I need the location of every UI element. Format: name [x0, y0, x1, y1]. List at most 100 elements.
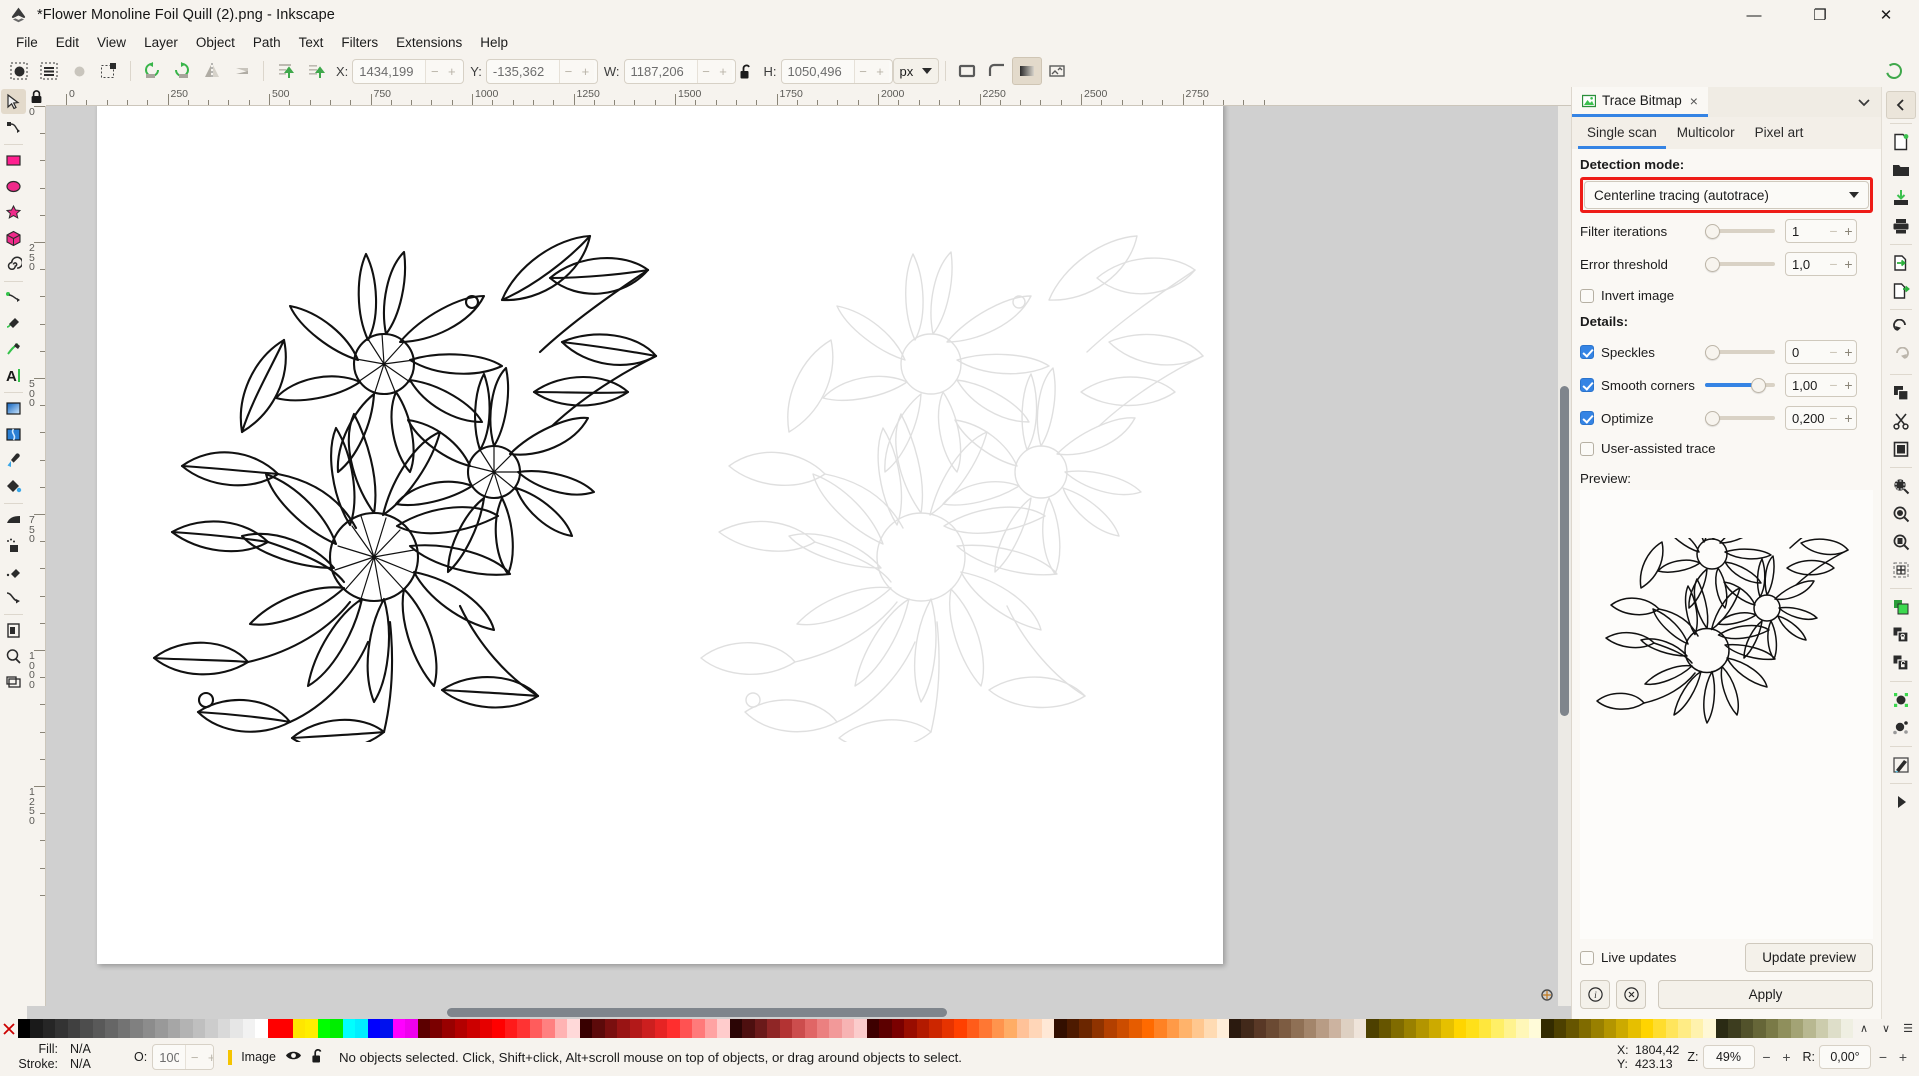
sidebar-item-pencil-tool[interactable]: [1, 285, 26, 310]
menu-help[interactable]: Help: [471, 32, 517, 53]
palette-swatch[interactable]: [629, 1019, 643, 1038]
info-circle-icon[interactable]: i: [1580, 980, 1610, 1009]
object-transform-button[interactable]: [1886, 714, 1916, 742]
palette-swatch[interactable]: [80, 1019, 93, 1038]
palette-swatch[interactable]: [330, 1019, 343, 1038]
sidebar-item-page-tool[interactable]: [1, 618, 26, 643]
palette-swatch[interactable]: [654, 1019, 668, 1038]
copy-button[interactable]: [1886, 379, 1916, 407]
palette-swatch[interactable]: [1478, 1019, 1492, 1038]
slider-knob[interactable]: [1705, 223, 1721, 239]
palette-swatch[interactable]: [1216, 1019, 1229, 1038]
palette-swatch[interactable]: [167, 1019, 181, 1038]
palette-swatch[interactable]: [1316, 1019, 1329, 1038]
sidebar-item-ellipse-tool[interactable]: [1, 174, 26, 199]
optimize-checkbox[interactable]: [1580, 411, 1594, 425]
palette-swatch[interactable]: [617, 1019, 630, 1038]
group-button[interactable]: [1886, 621, 1916, 649]
sidebar-item-measure-tool[interactable]: [1, 670, 26, 695]
sidebar-item-gradient-tool[interactable]: [1, 396, 26, 421]
palette-swatch[interactable]: [642, 1019, 655, 1038]
palette-swatch[interactable]: [1204, 1019, 1217, 1038]
palette-swatch[interactable]: [1466, 1019, 1479, 1038]
rotation-increment[interactable]: +: [1895, 1049, 1911, 1065]
palette-swatch[interactable]: [1503, 1019, 1517, 1038]
save-button[interactable]: [1886, 184, 1916, 212]
palette-swatch[interactable]: [604, 1019, 618, 1038]
opacity-decrement[interactable]: −: [186, 1045, 204, 1069]
palette-swatch[interactable]: [492, 1019, 505, 1038]
document-page[interactable]: [97, 106, 1223, 964]
rotation-control[interactable]: R: 0,00° − +: [1803, 1045, 1912, 1069]
redo-button[interactable]: [1886, 342, 1916, 370]
palette-swatch[interactable]: [1753, 1019, 1766, 1038]
menu-layer[interactable]: Layer: [135, 32, 187, 53]
palette-swatch[interactable]: [1341, 1019, 1354, 1038]
zoom-selection-button[interactable]: [1886, 472, 1916, 500]
menu-filters[interactable]: Filters: [332, 32, 387, 53]
palette-swatch[interactable]: [1241, 1019, 1254, 1038]
menu-object[interactable]: Object: [187, 32, 244, 53]
palette-swatch[interactable]: [717, 1019, 730, 1038]
palette-swatch[interactable]: [1291, 1019, 1304, 1038]
select-all-button[interactable]: [4, 57, 34, 85]
palette-swatch[interactable]: [1628, 1019, 1641, 1038]
close-icon[interactable]: ×: [1690, 93, 1698, 109]
error-threshold-slider[interactable]: [1705, 253, 1775, 275]
printer-button[interactable]: [1886, 212, 1916, 240]
palette-swatch[interactable]: [392, 1019, 406, 1038]
rotate-cw-button[interactable]: [167, 57, 197, 85]
snap-indicator-icon[interactable]: [1539, 987, 1556, 1004]
opacity-control[interactable]: O: −+: [134, 1044, 215, 1070]
speckles-increment[interactable]: +: [1841, 344, 1856, 360]
zoom-drawing-button[interactable]: [1886, 500, 1916, 528]
palette-swatch[interactable]: [1778, 1019, 1791, 1038]
menu-text[interactable]: Text: [290, 32, 333, 53]
palette-swatch[interactable]: [1815, 1019, 1829, 1038]
smooth-corners-increment[interactable]: +: [1841, 377, 1856, 393]
palette-swatch[interactable]: [692, 1019, 705, 1038]
collapse-left-button[interactable]: [1885, 91, 1916, 119]
update-preview-button[interactable]: Update preview: [1745, 943, 1873, 972]
palette-swatch[interactable]: [1516, 1019, 1529, 1038]
rotate-ccw-button[interactable]: [137, 57, 167, 85]
tab-pixel-art[interactable]: Pixel art: [1746, 121, 1813, 149]
canvas[interactable]: [46, 106, 1558, 1006]
palette-swatch[interactable]: [1166, 1019, 1180, 1038]
menu-file[interactable]: File: [7, 32, 47, 53]
object-nodes-button[interactable]: [1886, 686, 1916, 714]
palette-swatch[interactable]: [1029, 1019, 1042, 1038]
h-increment[interactable]: +: [871, 59, 889, 83]
speckles-checkbox[interactable]: [1580, 345, 1594, 359]
palette-swatch[interactable]: [1066, 1019, 1080, 1038]
affect-patterns-button[interactable]: [1042, 57, 1072, 85]
speckles-input[interactable]: 0 − +: [1785, 340, 1857, 364]
zoom-increment[interactable]: +: [1779, 1049, 1795, 1065]
optimize-input[interactable]: 0,200− +: [1785, 406, 1857, 430]
palette-swatch[interactable]: [1441, 1019, 1454, 1038]
palette-swatch[interactable]: [704, 1019, 718, 1038]
palette-swatch[interactable]: [1491, 1019, 1504, 1038]
palette-swatch[interactable]: [954, 1019, 967, 1038]
vertical-ruler[interactable]: 0 2 5 0 5 0 0 7 5 0 1 0 0 0 1 2 5 0: [27, 106, 46, 1006]
palette-swatch[interactable]: [792, 1019, 805, 1038]
affect-rounded-corners-button[interactable]: [982, 57, 1012, 85]
palette-swatch[interactable]: [1790, 1019, 1804, 1038]
palette-scroll-down-button[interactable]: ∨: [1875, 1019, 1897, 1038]
menu-extensions[interactable]: Extensions: [387, 32, 471, 53]
palette-swatch[interactable]: [1740, 1019, 1754, 1038]
palette-swatch[interactable]: [342, 1019, 356, 1038]
sidebar-item-mesh-tool[interactable]: [1, 422, 26, 447]
palette-swatch[interactable]: [1004, 1019, 1017, 1038]
palette-swatch[interactable]: [1566, 1019, 1579, 1038]
palette-swatch[interactable]: [667, 1019, 680, 1038]
palette-swatch[interactable]: [305, 1019, 318, 1038]
palette-swatch[interactable]: [67, 1019, 81, 1038]
palette-swatch[interactable]: [1428, 1019, 1442, 1038]
vertical-scrollbar[interactable]: [1558, 106, 1571, 1006]
slider-knob[interactable]: [1750, 377, 1766, 393]
optimize-slider[interactable]: [1705, 407, 1775, 429]
palette-swatch[interactable]: [1179, 1019, 1192, 1038]
palette-swatch[interactable]: [1653, 1019, 1666, 1038]
palette-swatch[interactable]: [355, 1019, 368, 1038]
